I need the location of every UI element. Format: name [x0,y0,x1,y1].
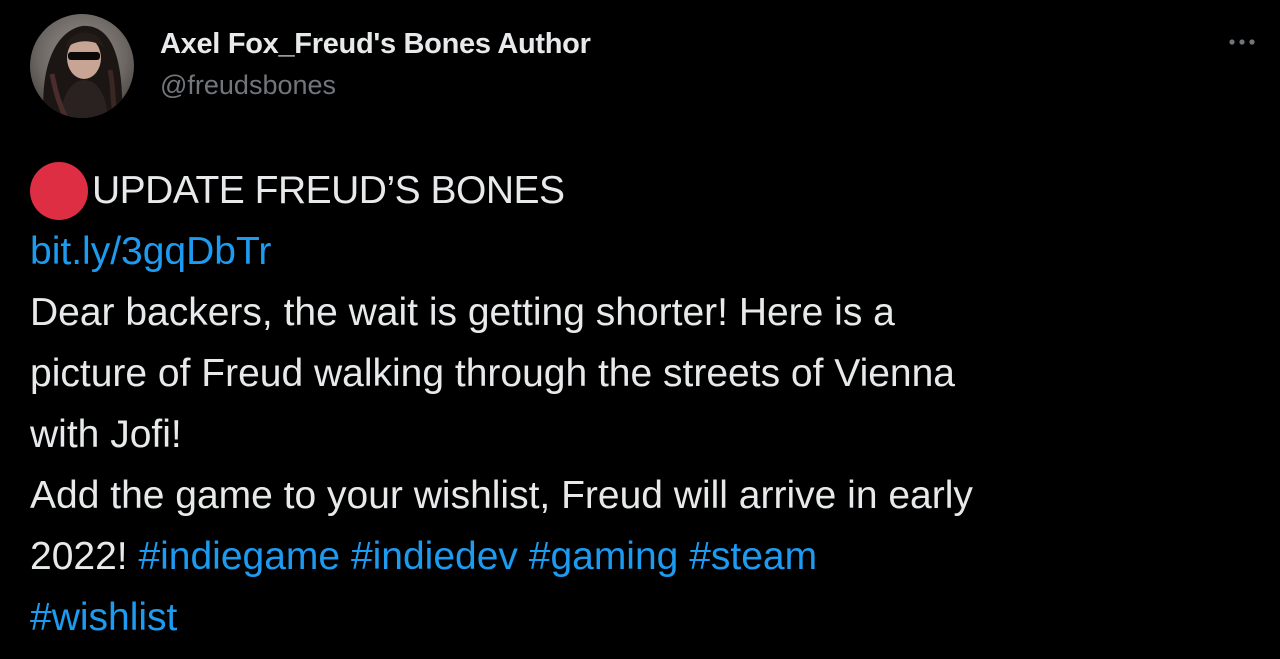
avatar-image [30,14,134,118]
tweet-card: Axel Fox_Freud's Bones Author @freudsbon… [0,0,1280,659]
tweet-text: UPDATE FREUD’S BONES bit.ly/3gqDbTr Dear… [30,160,1260,648]
hashtag-wishlist[interactable]: #wishlist [30,596,177,639]
tweet-link[interactable]: bit.ly/3gqDbTr [30,230,271,273]
headline-text: UPDATE FREUD’S BONES [92,169,565,212]
body-line: Add the game to your wishlist, Freud wil… [30,474,973,517]
avatar[interactable] [30,14,134,118]
ellipsis-icon [1229,39,1255,45]
body-line: Dear backers, the wait is getting shorte… [30,291,895,334]
author-names: Axel Fox_Freud's Bones Author @freudsbon… [160,26,591,104]
body-line: picture of Freud walking through the str… [30,352,955,395]
hashtag-gaming[interactable]: #gaming [529,535,679,578]
body-line-text: 2022! [30,535,139,578]
more-options-button[interactable] [1222,22,1262,62]
red-circle-icon [30,161,88,220]
hashtag-indiegame[interactable]: #indiegame [138,535,340,578]
tweet-header: Axel Fox_Freud's Bones Author @freudsbon… [30,14,591,118]
link-line: bit.ly/3gqDbTr [30,221,1260,282]
author-display-name[interactable]: Axel Fox_Freud's Bones Author [160,26,591,62]
body-line: with Jofi! [30,413,182,456]
hashtag-indiedev[interactable]: #indiedev [351,535,518,578]
body-line-hashtags: 2022! #indiegame #indiedev #gaming #stea… [30,526,1260,587]
body-line-hashtags: #wishlist [30,587,1260,648]
author-handle[interactable]: @freudsbones [160,66,591,104]
headline-line: UPDATE FREUD’S BONES [30,160,1260,221]
hashtag-steam[interactable]: #steam [689,535,817,578]
